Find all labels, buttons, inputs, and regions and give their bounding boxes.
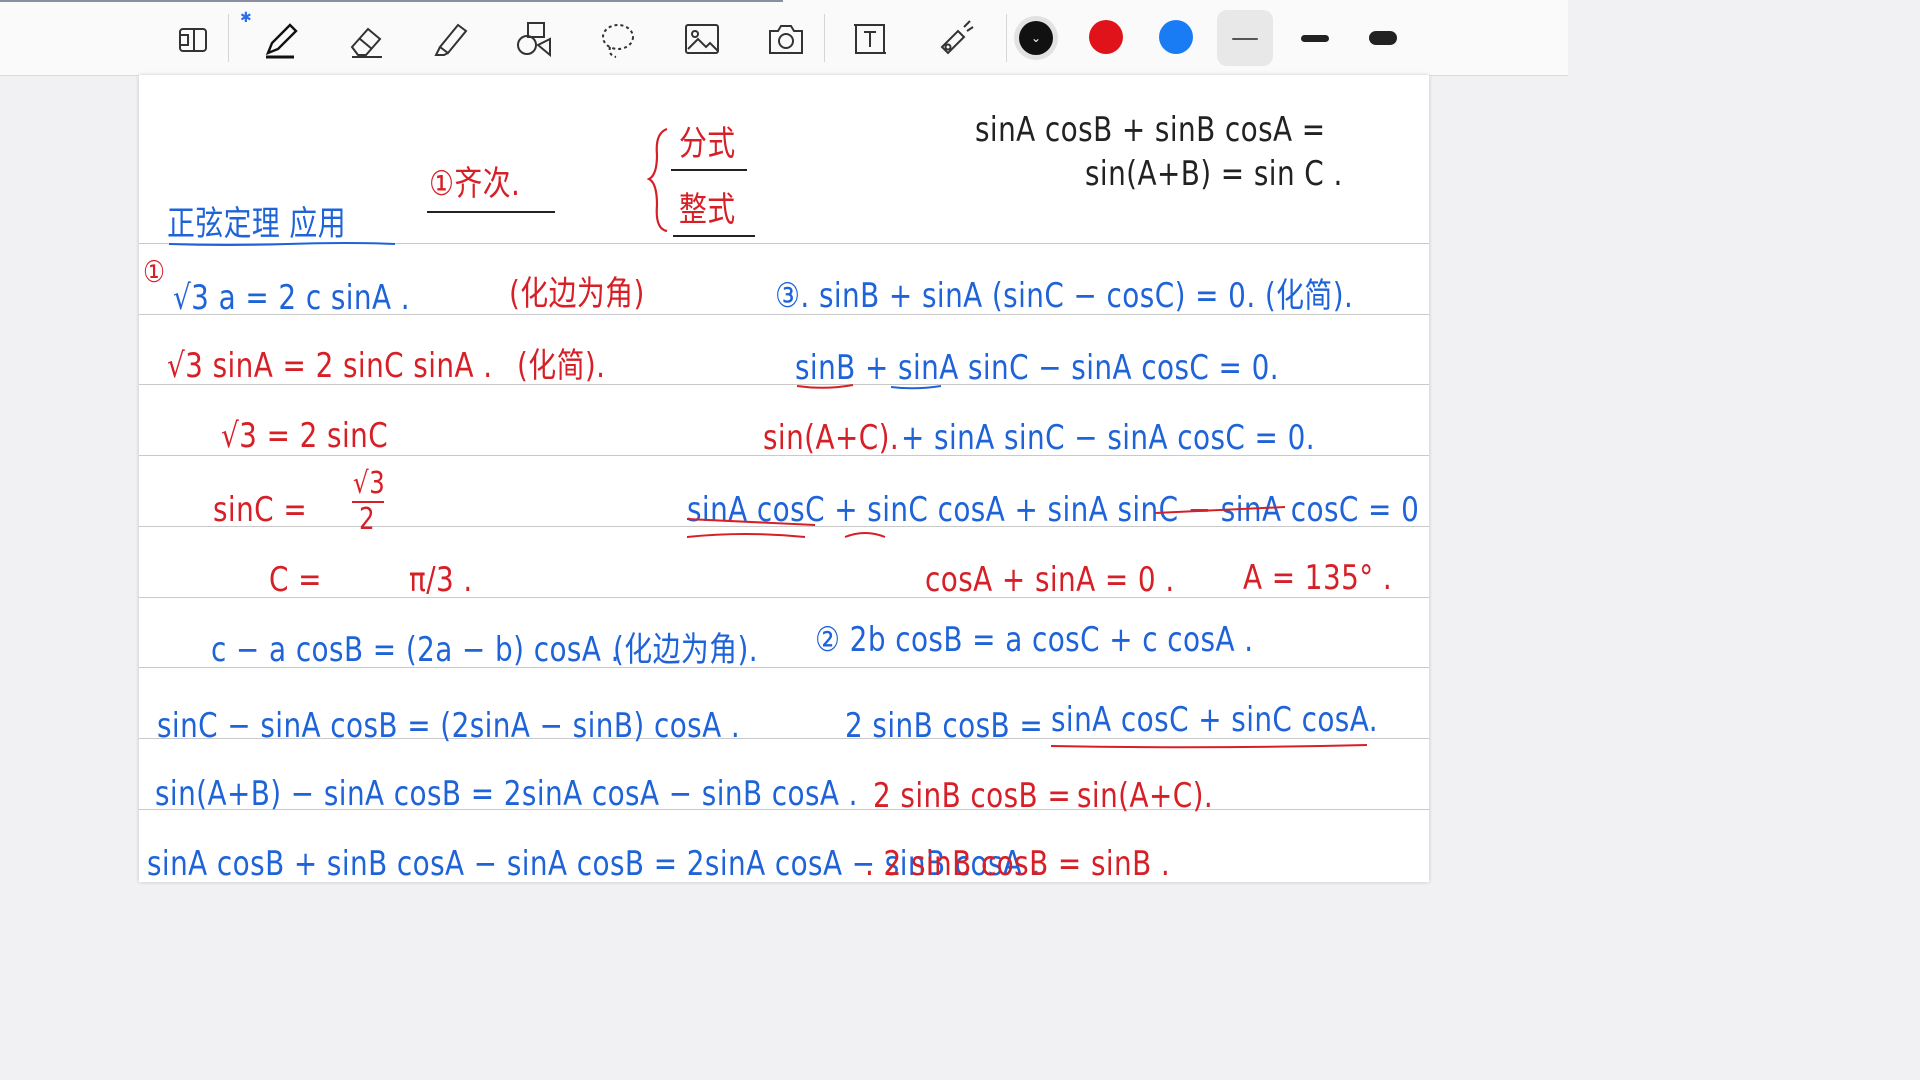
- ex3-line-3-red: sin(A+C).: [763, 418, 900, 458]
- toolbar-separator: [824, 14, 825, 62]
- ex2-right-line-3b: sin(A+C).: [1077, 776, 1214, 816]
- title-underline: [168, 242, 396, 246]
- ruled-line: [139, 597, 1429, 598]
- stroke-medium-button[interactable]: [1301, 35, 1329, 42]
- reader-icon[interactable]: [164, 12, 220, 66]
- ex2-underline: [1050, 744, 1368, 749]
- ex2-right-line-2b: sinA cosC + sinC cosA.: [1051, 700, 1378, 740]
- ex1-fraction-denominator: 2: [359, 502, 376, 537]
- ex3-strikethrough: [686, 506, 1286, 538]
- color-black-swatch[interactable]: ⌄: [1019, 21, 1053, 55]
- ex3-line-3-blue: + sinA sinC − sinA cosC = 0.: [901, 418, 1316, 458]
- shapes-icon[interactable]: [506, 12, 562, 66]
- chevron-down-icon: ⌄: [1030, 31, 1042, 45]
- ex3-result: A = 135° .: [1243, 558, 1393, 598]
- ex2-right-line-3a: 2 sinB cosB =: [873, 776, 1072, 816]
- ex3-line-5: cosA + sinA = 0 .: [925, 560, 1175, 600]
- ex3-line-2: sinB + sinA sinC − sinA cosC = 0.: [795, 348, 1279, 388]
- color-blue-swatch[interactable]: [1159, 20, 1193, 54]
- progress-line: [0, 0, 783, 2]
- eraser-icon[interactable]: [338, 12, 394, 66]
- identity-line-2: sin(A+B) = sin C .: [1085, 154, 1343, 194]
- bluetooth-icon: ✱: [240, 10, 252, 26]
- ex3-line-1: ③. sinB + sinA (sinC − cosC) = 0. (化简).: [775, 276, 1354, 316]
- homogeneous-underline: [427, 211, 555, 213]
- ex1-line-2-note: (化简).: [517, 346, 606, 386]
- color-red-swatch[interactable]: [1089, 20, 1123, 54]
- stroke-thick-button[interactable]: [1369, 31, 1397, 45]
- toolbar: ✱ ⌄: [0, 0, 1568, 76]
- camera-icon[interactable]: [758, 12, 814, 66]
- ex1-line-1: √3 a = 2 c sinA .: [173, 278, 411, 318]
- integral-label: 整式: [679, 190, 736, 230]
- integral-underline: [673, 235, 755, 237]
- ex1-fraction-numerator: √3: [353, 466, 386, 501]
- title-sine-law-application: 正弦定理 应用: [167, 204, 347, 244]
- ex2-left-line-2: sinC − sinA cosB = (2sinA − sinB) cosA .: [157, 706, 741, 746]
- lasso-icon[interactable]: [590, 12, 646, 66]
- ex1-line-5-value: π/3 .: [409, 560, 473, 600]
- example-1-number: ①: [143, 255, 166, 290]
- stroke-thin-button[interactable]: [1232, 38, 1258, 40]
- notebook-page[interactable]: sinA cosB + sinB cosA = sin(A+B) = sin C…: [139, 75, 1429, 882]
- fraction-underline: [671, 169, 747, 171]
- text-icon[interactable]: [842, 12, 898, 66]
- image-icon[interactable]: [674, 12, 730, 66]
- ex2-right-line-1: ② 2b cosB = a cosC + c cosA .: [815, 620, 1254, 660]
- ex1-line-3: √3 = 2 sinC: [221, 416, 389, 456]
- pen-icon[interactable]: [252, 12, 308, 66]
- ex1-line-5: C =: [269, 560, 322, 600]
- ex2-left-line-3: sin(A+B) − sinA cosB = 2sinA cosA − sinB…: [155, 774, 858, 814]
- toolbar-separator: [1006, 14, 1007, 62]
- homogeneous-heading: ①齐次.: [429, 164, 521, 204]
- laser-pointer-icon[interactable]: [926, 12, 982, 66]
- toolbar-separator: [228, 14, 229, 62]
- ex2-left-line-1: c − a cosB = (2a − b) cosA .: [211, 630, 620, 670]
- identity-line-1: sinA cosB + sinB cosA =: [975, 110, 1326, 150]
- ex2-right-line-2a: 2 sinB cosB =: [845, 706, 1044, 746]
- brace-icon: [647, 127, 668, 233]
- ex1-line-4-lhs: sinC =: [213, 490, 308, 530]
- ex3-underline: [796, 384, 942, 390]
- fraction-label: 分式: [679, 124, 736, 164]
- ex2-right-line-4: . 2 sinB cosB = sinB .: [865, 844, 1171, 882]
- ex2-left-line-1-note: (化边为角).: [613, 630, 759, 670]
- ex1-line-2: √3 sinA = 2 sinC sinA .: [167, 346, 493, 386]
- ex1-line-1-note: (化边为角): [509, 274, 645, 314]
- highlighter-icon[interactable]: [422, 12, 478, 66]
